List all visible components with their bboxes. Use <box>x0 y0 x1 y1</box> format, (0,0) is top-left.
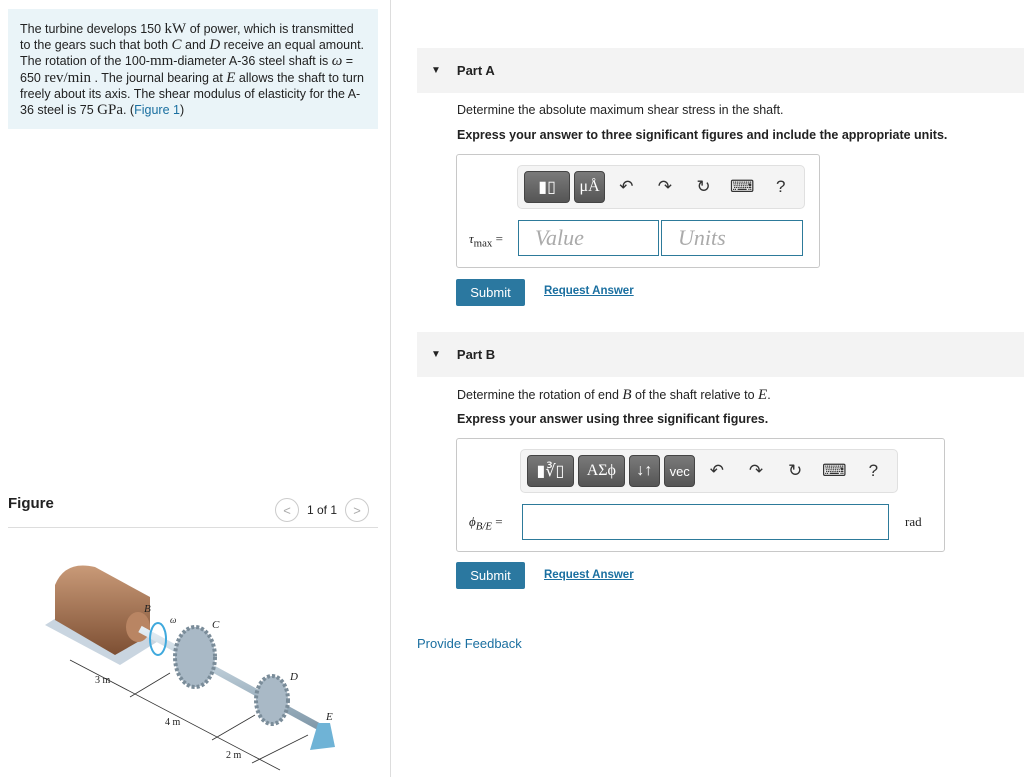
text: rev/min <box>44 69 91 86</box>
redo-icon[interactable]: ↷ <box>738 461 773 481</box>
text: B/E <box>475 520 492 533</box>
part-a-header[interactable]: ▼ Part A <box>417 48 1024 93</box>
rotation-input[interactable] <box>522 504 889 540</box>
text: mm <box>149 53 174 70</box>
greek-button[interactable]: ΑΣϕ <box>577 455 625 487</box>
part-b-instruction: Express your answer using three signific… <box>457 412 769 426</box>
problem-statement: The turbine develops 150 kW of power, wh… <box>8 9 378 129</box>
part-b-header[interactable]: ▼ Part B <box>417 332 1024 377</box>
provide-feedback-link[interactable]: Provide Feedback <box>417 636 522 651</box>
text: kW <box>164 21 187 37</box>
help-button[interactable]: ? <box>856 461 891 481</box>
gear-c <box>173 625 217 689</box>
text: GPa <box>97 102 123 119</box>
label-3m: 3 m <box>95 675 111 686</box>
figure-link[interactable]: Figure 1 <box>134 103 180 117</box>
text: . The journal bearing at <box>91 70 227 85</box>
part-title: Part B <box>456 347 496 362</box>
unit-label: rad <box>905 514 922 529</box>
part-a-answer-box: ▮▯ μÅ ↶ ↷ ↻ ⌨ ? τmax = Value Units <box>456 154 820 268</box>
figure-pager: < 1 of 1 > <box>275 498 370 522</box>
part-b-answer-box: ▮∛▯ ΑΣϕ ↓↑ vec ↶ ↷ ↻ ⌨ ? ϕB/E = rad <box>456 438 945 552</box>
vector-button[interactable]: vec <box>664 455 696 487</box>
part-a-question: Determine the absolute maximum shear str… <box>457 103 784 117</box>
part-title: Part A <box>456 63 495 78</box>
redo-icon[interactable]: ↷ <box>648 177 683 197</box>
text: B <box>622 387 632 403</box>
template-button[interactable]: ▮∛▯ <box>527 455 574 487</box>
text: D <box>209 37 221 54</box>
help-button[interactable]: ? <box>763 177 798 197</box>
text: of the shaft relative to <box>631 388 759 402</box>
label-omega: ω <box>170 615 176 625</box>
undo-icon[interactable]: ↶ <box>699 461 734 481</box>
math-toolbar: ▮▯ μÅ ↶ ↷ ↻ ⌨ ? <box>517 165 805 209</box>
turbine-hub <box>126 612 150 642</box>
label-4m: 4 m <box>165 717 181 728</box>
figure-page-count: 1 of 1 <box>307 503 338 517</box>
value-input[interactable]: Value <box>518 220 659 256</box>
text: ) <box>179 103 185 118</box>
part-b-request-answer-link[interactable]: Request Answer <box>544 569 634 581</box>
template-button[interactable]: ▮▯ <box>524 171 571 203</box>
label-d: D <box>289 671 298 683</box>
gear-d <box>254 674 290 726</box>
text: and <box>181 38 210 53</box>
text: Determine the rotation of end <box>457 388 623 402</box>
math-toolbar: ▮∛▯ ΑΣϕ ↓↑ vec ↶ ↷ ↻ ⌨ ? <box>520 449 898 493</box>
units-input[interactable]: Units <box>661 220 803 256</box>
divider <box>8 527 378 528</box>
keyboard-icon[interactable]: ⌨ <box>725 177 760 197</box>
label-b: B <box>144 603 151 615</box>
text: max <box>473 237 493 250</box>
text: . <box>767 388 771 402</box>
figure-title: Figure <box>8 495 54 512</box>
text: ϕ <box>469 514 476 529</box>
text: . ( <box>122 103 135 118</box>
phi-label: ϕB/E = <box>469 514 503 533</box>
collapse-triangle-icon: ▼ <box>431 65 441 76</box>
collapse-triangle-icon: ▼ <box>431 349 441 360</box>
text: C <box>171 37 182 54</box>
shaft-figure: B ω C D E 3 m 4 m 2 m <box>45 565 335 771</box>
reset-icon[interactable]: ↻ <box>686 177 721 197</box>
next-figure-button[interactable]: > <box>345 498 370 522</box>
text: -diameter A-36 steel shaft is <box>173 54 332 69</box>
prev-figure-button[interactable]: < <box>275 498 299 522</box>
text: The turbine develops 150 <box>20 22 165 36</box>
label-e: E <box>325 711 333 723</box>
part-a-request-answer-link[interactable]: Request Answer <box>544 285 634 297</box>
text: ω <box>331 53 343 70</box>
part-a-submit-button[interactable]: Submit <box>456 279 525 306</box>
reset-icon[interactable]: ↻ <box>778 461 813 481</box>
part-b-question: Determine the rotation of end B of the s… <box>457 387 771 404</box>
text: E <box>758 387 768 403</box>
units-button[interactable]: μÅ <box>574 171 606 203</box>
text: = <box>492 231 503 246</box>
tau-max-label: τmax = <box>469 231 503 250</box>
part-a-instruction: Express your answer to three significant… <box>457 128 948 142</box>
divider <box>390 0 391 777</box>
part-b-submit-button[interactable]: Submit <box>456 562 525 589</box>
label-2m: 2 m <box>226 750 242 761</box>
label-c: C <box>212 619 220 631</box>
arrows-button[interactable]: ↓↑ <box>628 455 661 487</box>
keyboard-icon[interactable]: ⌨ <box>817 461 852 481</box>
text: = <box>491 514 503 529</box>
undo-icon[interactable]: ↶ <box>609 177 644 197</box>
